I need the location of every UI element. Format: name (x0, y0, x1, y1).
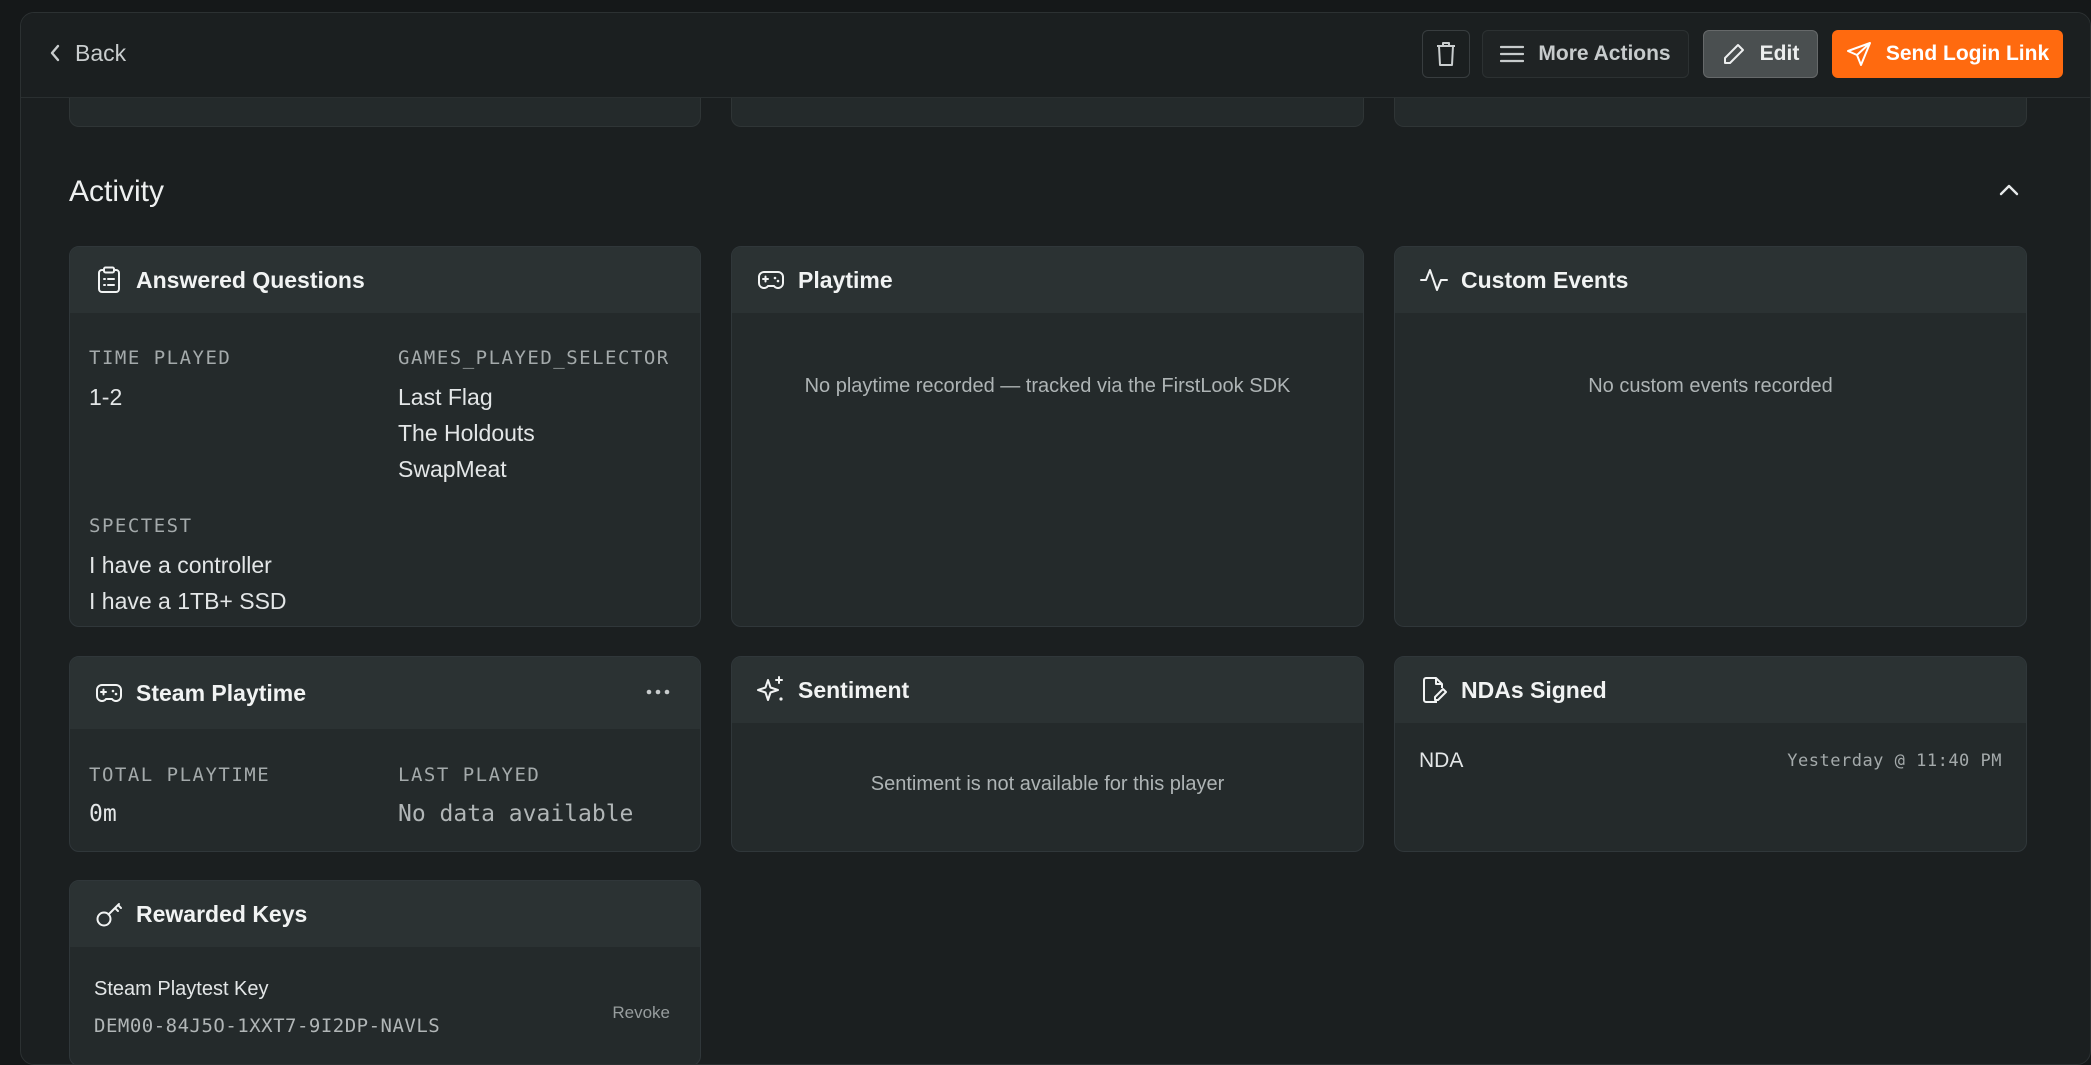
answer-value: SwapMeat (398, 456, 507, 482)
edit-button[interactable]: Edit (1703, 30, 1818, 78)
answered-questions-card: Answered Questions TIME PLAYED 1-2 GAMES… (69, 246, 701, 627)
answer-value: I have a 1TB+ SSD (89, 588, 287, 614)
card-title: Playtime (798, 266, 893, 293)
card-title: Sentiment (798, 676, 910, 703)
trash-icon (1437, 42, 1455, 66)
top-action-bar: Back More Actions Edit Send Login Link (21, 13, 2090, 98)
card-header: Rewarded Keys (70, 881, 700, 947)
custom-events-card: Custom Events No custom events recorded (1394, 246, 2027, 627)
chevron-up-icon[interactable] (1998, 183, 2020, 197)
answer-value: The Holdouts (398, 420, 535, 446)
card-header: Sentiment (732, 657, 1363, 723)
question-label: GAMES_PLAYED_SELECTOR (398, 347, 670, 369)
send-icon (1846, 42, 1871, 66)
pencil-icon (1723, 44, 1744, 64)
nda-signed-date: Yesterday @ 11:40 PM (1787, 751, 2002, 771)
key-name: Steam Playtest Key (94, 978, 269, 1000)
more-actions-button[interactable]: More Actions (1482, 30, 1689, 78)
back-label: Back (75, 39, 127, 66)
card-title: Custom Events (1461, 266, 1629, 293)
send-login-link-button[interactable]: Send Login Link (1832, 30, 2063, 78)
card-header: Playtime (732, 247, 1363, 313)
card-header: NDAs Signed (1395, 657, 2026, 723)
send-login-link-label: Send Login Link (1885, 42, 2050, 65)
card-title: Rewarded Keys (136, 900, 308, 927)
card-title: NDAs Signed (1461, 676, 1607, 703)
edit-label: Edit (1759, 42, 1800, 65)
question-label: TIME PLAYED (89, 347, 232, 369)
answer-value: I have a controller (89, 552, 272, 578)
gamepad-icon (756, 265, 786, 295)
empty-state-text: No playtime recorded — tracked via the F… (804, 375, 1291, 397)
total-playtime-label: TOTAL PLAYTIME (89, 764, 271, 786)
answer-value: 1-2 (89, 384, 123, 410)
back-button[interactable]: Back (49, 39, 126, 67)
key-icon (94, 899, 124, 929)
rewarded-keys-card: Rewarded Keys Steam Playtest Key DEM00-8… (69, 880, 701, 1064)
signed-document-icon (1419, 675, 1449, 705)
total-playtime-value: 0m (89, 801, 117, 827)
empty-state-text: No custom events recorded (1588, 375, 1833, 397)
card-header: Answered Questions (70, 247, 700, 313)
chevron-left-icon (50, 44, 60, 62)
sparkles-icon (756, 675, 786, 705)
question-label: SPECTEST (89, 515, 193, 537)
answer-value: Last Flag (398, 384, 493, 410)
gamepad-icon (94, 678, 124, 708)
more-options-icon[interactable] (646, 677, 670, 707)
delete-button[interactable] (1422, 30, 1470, 78)
steam-playtime-card: Steam Playtime TOTAL PLAYTIME 0m LAST PL… (69, 656, 701, 852)
revoke-key-button[interactable]: Revoke (612, 1003, 670, 1023)
card-header: Custom Events (1395, 247, 2026, 313)
empty-state-text: Sentiment is not available for this play… (870, 773, 1225, 795)
menu-icon (1500, 45, 1525, 63)
key-code: DEM00-84J5O-1XXT7-9I2DP-NAVLS (94, 1015, 441, 1037)
card-title: Answered Questions (136, 266, 365, 293)
last-played-value: No data available (398, 801, 634, 827)
clipboard-list-icon (94, 265, 124, 295)
activity-pulse-icon (1419, 265, 1449, 295)
more-actions-label: More Actions (1538, 42, 1671, 65)
ndas-signed-card: NDAs Signed NDA Yesterday @ 11:40 PM (1394, 656, 2027, 852)
playtime-card: Playtime No playtime recorded — tracked … (731, 246, 1364, 627)
nda-name: NDA (1419, 749, 1464, 772)
activity-section-title: Activity (69, 175, 165, 208)
player-detail-panel: Back More Actions Edit Send Login Link A… (20, 12, 2091, 1065)
sentiment-card: Sentiment Sentiment is not available for… (731, 656, 1364, 852)
card-header: Steam Playtime (70, 657, 700, 729)
last-played-label: LAST PLAYED (398, 764, 541, 786)
card-title: Steam Playtime (136, 679, 307, 706)
